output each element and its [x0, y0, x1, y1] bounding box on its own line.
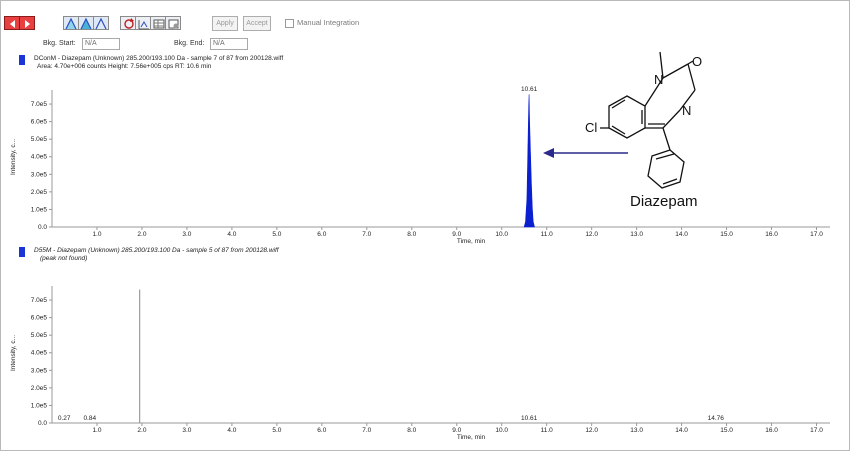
- trace-color-swatch: [19, 55, 25, 65]
- peak-icon-3[interactable]: [93, 16, 109, 30]
- x-tick-label: 8.0: [407, 231, 416, 238]
- x-tick-label: 12.0: [585, 231, 598, 238]
- bkg-end-input[interactable]: N/A: [210, 38, 248, 50]
- accept-button[interactable]: Accept: [243, 16, 271, 31]
- y-tick-label: 3.0e5: [31, 367, 48, 374]
- arrow-annotation: [543, 148, 628, 158]
- y-tick-label: 0.0: [38, 420, 47, 427]
- table-icon[interactable]: [150, 16, 166, 30]
- y-tick-label: 4.0e5: [31, 350, 48, 357]
- x-tick-label: 3.0: [182, 231, 191, 238]
- atom-cl: Cl: [585, 120, 597, 135]
- y-tick-label: 4.0e5: [31, 154, 48, 161]
- y-tick-label: 6.0e5: [31, 119, 48, 126]
- bkg-end-label: Bkg. End:: [174, 40, 205, 47]
- y-tick-label: 6.0e5: [31, 315, 48, 322]
- x-tick-label: 6.0: [317, 427, 326, 434]
- x-tick-label: 15.0: [720, 427, 733, 434]
- x-tick-label: 13.0: [630, 231, 643, 238]
- x-tick-label: 4.0: [227, 427, 236, 434]
- atom-o: O: [692, 54, 702, 69]
- atom-n4: N: [682, 103, 691, 118]
- bkg-start-label: Bkg. Start:: [43, 40, 76, 47]
- y-axis-label-2: Intensity, c...: [10, 334, 17, 371]
- y-tick-label: 7.0e5: [31, 297, 48, 304]
- x-tick-label: 1.0: [92, 427, 101, 434]
- x-tick-label: 15.0: [720, 231, 733, 238]
- y-tick-label: 1.0e5: [31, 402, 48, 409]
- x-tick-label: 11.0: [541, 427, 554, 434]
- x-tick-label: 11.0: [541, 231, 554, 238]
- y-tick-label: 7.0e5: [31, 101, 48, 108]
- y-axis-label-1: Intensity, c...: [10, 138, 17, 175]
- chromatogram-panel-2[interactable]: 0.0 1.0e5 2.0e5 3.0e5 4.0e5 5.0e5 6.0e5 7.0e5 1.…: [0, 276, 850, 446]
- manual-integration-checkbox[interactable]: [285, 19, 294, 28]
- x-tick-label: 9.0: [452, 231, 461, 238]
- toolbar: Apply Accept Manual Integration: [0, 0, 850, 36]
- x-tick-label: 10.0: [495, 231, 508, 238]
- annotation-label: 0.84: [83, 415, 96, 422]
- annotation-label: 10.61: [521, 415, 538, 422]
- next-arrow-icon[interactable]: [19, 16, 35, 30]
- x-axis-label: Time, min: [457, 238, 486, 245]
- x-tick-label: 3.0: [182, 427, 191, 434]
- y-tick-label: 2.0e5: [31, 385, 48, 392]
- annotation-label: 0.27: [58, 415, 71, 422]
- y-tick-label: 0.0: [38, 224, 47, 231]
- manual-integration-label: Manual Integration: [297, 18, 360, 27]
- peak-icon-1[interactable]: [63, 16, 79, 30]
- y-tick-label: 5.0e5: [31, 136, 48, 143]
- x-tick-label: 9.0: [452, 427, 461, 434]
- atom-n1: N: [654, 72, 663, 87]
- apply-button[interactable]: Apply: [212, 16, 238, 31]
- y-tick-label: 5.0e5: [31, 332, 48, 339]
- bkg-start-input[interactable]: N/A: [82, 38, 120, 50]
- reset-icon[interactable]: [120, 16, 136, 30]
- prev-arrow-icon[interactable]: [4, 16, 20, 30]
- x-tick-label: 17.0: [810, 231, 823, 238]
- x-tick-label: 13.0: [630, 427, 643, 434]
- x-tick-label: 16.0: [765, 427, 778, 434]
- molecule-name: Diazepam: [630, 193, 698, 210]
- x-tick-label: 7.0: [362, 427, 371, 434]
- x-tick-label: 5.0: [272, 427, 281, 434]
- x-tick-label: 7.0: [362, 231, 371, 238]
- x-tick-label: 16.0: [765, 231, 778, 238]
- panel2-subtitle: (peak not found): [40, 255, 88, 262]
- panel1-subtitle: Area: 4.70e+006 counts Height: 7.56e+005…: [37, 63, 212, 70]
- x-tick-label: 14.0: [675, 427, 688, 434]
- y-tick-label: 3.0e5: [31, 171, 48, 178]
- zoom-icon[interactable]: [135, 16, 151, 30]
- x-tick-label: 8.0: [407, 427, 416, 434]
- x-tick-label: 12.0: [585, 427, 598, 434]
- x-tick-label: 2.0: [137, 427, 146, 434]
- diazepam-structure: N O N Cl: [585, 51, 702, 189]
- x-tick-label: 10.0: [495, 427, 508, 434]
- x-tick-label: 1.0: [92, 231, 101, 238]
- annotation-label: 14.76: [708, 415, 725, 422]
- settings-icon[interactable]: [165, 16, 181, 30]
- x-tick-label: 2.0: [137, 231, 146, 238]
- x-tick-label: 5.0: [272, 231, 281, 238]
- panel1-title: DConM - Diazepam (Unknown) 285.200/193.1…: [34, 55, 284, 62]
- x-axis-label: Time, min: [457, 434, 486, 441]
- y-tick-label: 1.0e5: [31, 206, 48, 213]
- x-tick-label: 14.0: [675, 231, 688, 238]
- x-tick-label: 17.0: [810, 427, 823, 434]
- x-tick-label: 4.0: [227, 231, 236, 238]
- x-tick-label: 6.0: [317, 231, 326, 238]
- y-tick-label: 2.0e5: [31, 189, 48, 196]
- peak-icon-2[interactable]: [78, 16, 94, 30]
